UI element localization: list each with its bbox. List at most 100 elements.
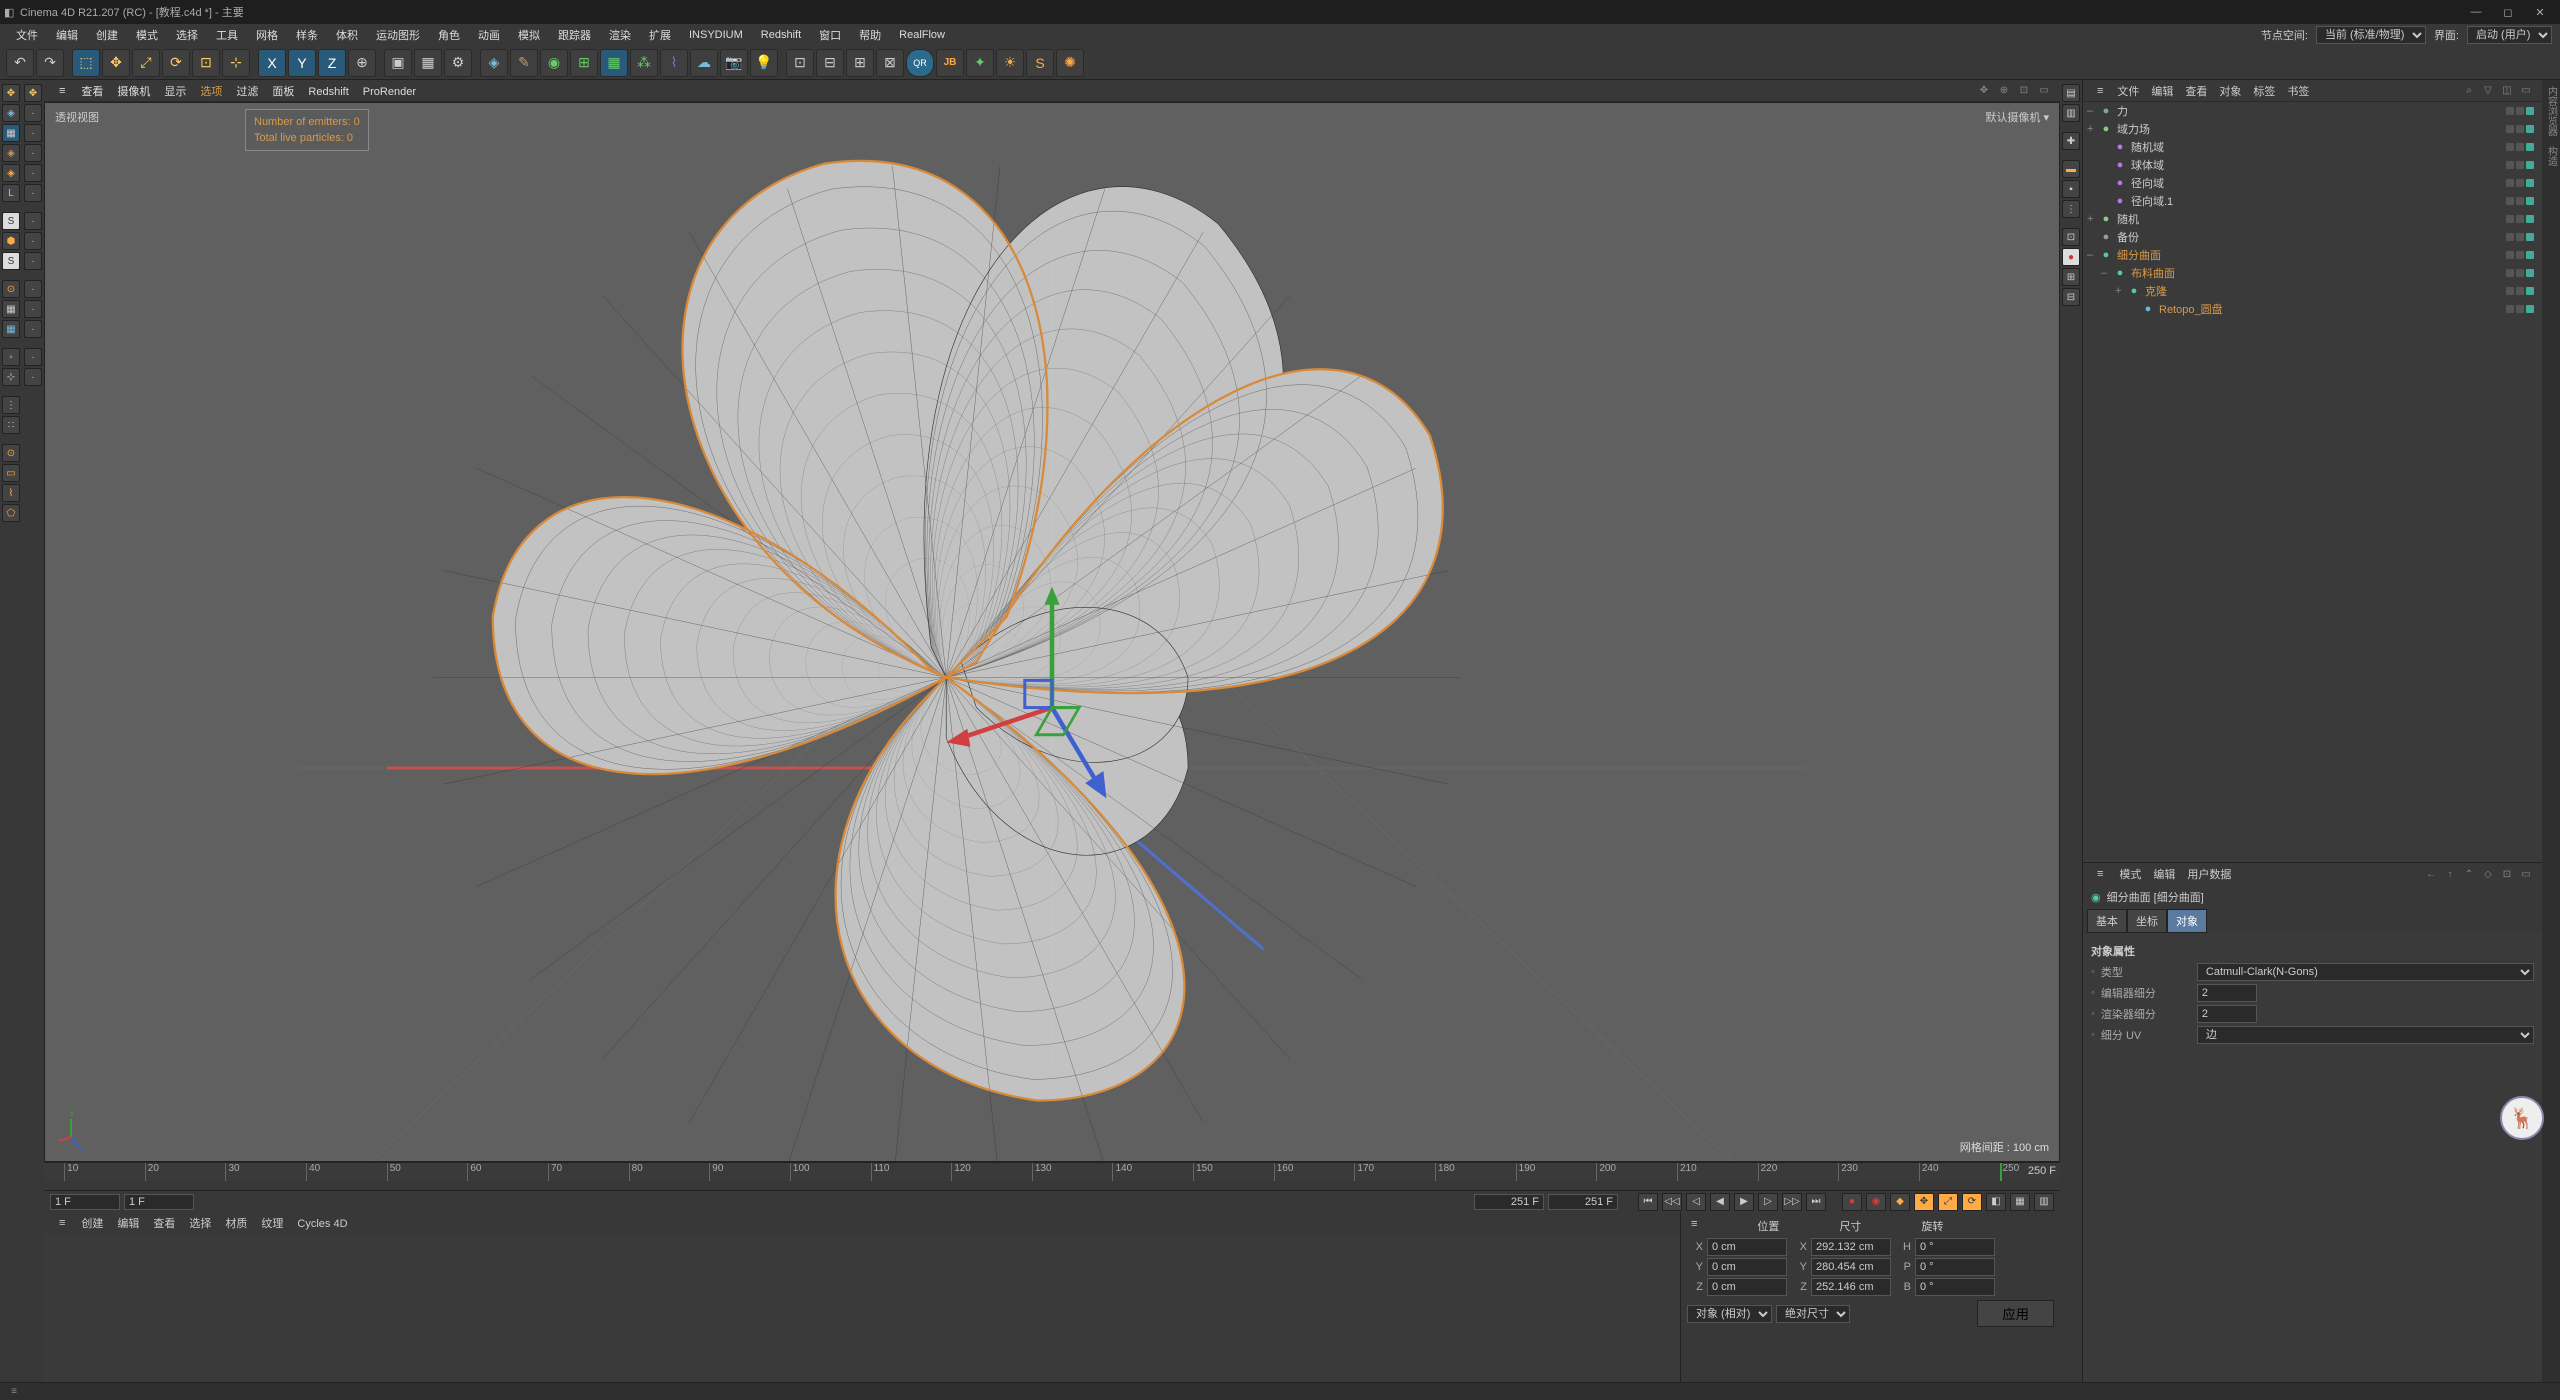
rs-a[interactable]: ▤ xyxy=(2062,84,2080,102)
camera-label[interactable]: 默认摄像机 ▾ xyxy=(1985,109,2049,125)
status-handle[interactable]: ≡ xyxy=(6,1384,22,1400)
snap-j[interactable]: ∷ xyxy=(2,416,20,434)
goto-start[interactable]: ⏮ xyxy=(1638,1193,1658,1211)
vt-n[interactable]: · xyxy=(24,368,42,386)
vt-m[interactable]: · xyxy=(24,348,42,366)
snap-i[interactable]: ⋮ xyxy=(2,396,20,414)
ommenu-文件[interactable]: 文件 xyxy=(2111,84,2145,100)
step-back-key[interactable]: ◁◁ xyxy=(1662,1193,1682,1211)
key-pla[interactable]: ◧ xyxy=(1986,1193,2006,1211)
snap-d[interactable]: ⊙ xyxy=(2,280,20,298)
menu-运动图形[interactable]: 运动图形 xyxy=(368,25,428,45)
sel-live[interactable]: ⊙ xyxy=(2,444,20,462)
ommenu-查看[interactable]: 查看 xyxy=(2179,84,2213,100)
om-item-径向域.1[interactable]: ● 径向域.1 xyxy=(2083,192,2542,210)
insp-c[interactable]: ▭ xyxy=(2518,866,2534,882)
vt-l[interactable]: · xyxy=(24,320,42,338)
render-settings[interactable]: ⚙ xyxy=(444,49,472,77)
insp-back[interactable]: ← xyxy=(2423,866,2439,882)
key-r[interactable]: ⟳ xyxy=(1962,1193,1982,1211)
ommenu-标签[interactable]: 标签 xyxy=(2247,84,2281,100)
menu-选择[interactable]: 选择 xyxy=(168,25,206,45)
rs-f[interactable]: ⋮ xyxy=(2062,200,2080,218)
size-X[interactable] xyxy=(1811,1238,1891,1256)
key-p[interactable]: ✥ xyxy=(1914,1193,1934,1211)
inspmenu-用户数据[interactable]: 用户数据 xyxy=(2181,867,2237,883)
object-tree[interactable]: – ● 力 + ● 域力场 ● 随机域 ● 球体域 ● 径向域 ● 径向域.1 … xyxy=(2083,102,2542,862)
matmenu-查看[interactable]: 查看 xyxy=(146,1216,182,1232)
minimize-button[interactable]: — xyxy=(2460,6,2492,18)
matmenu-纹理[interactable]: 纹理 xyxy=(254,1216,290,1232)
environment[interactable]: ☁ xyxy=(690,49,718,77)
matmenu-材质[interactable]: 材质 xyxy=(218,1216,254,1232)
light-add[interactable]: 💡 xyxy=(750,49,778,77)
om-handle[interactable]: ≡ xyxy=(2091,83,2109,99)
floating-badge-icon[interactable]: 🦌 xyxy=(2500,1096,2544,1140)
rotate-tool[interactable]: ⟳ xyxy=(162,49,190,77)
om-view-b[interactable]: ▭ xyxy=(2518,83,2534,99)
rot-P[interactable] xyxy=(1915,1258,1995,1276)
size-Y[interactable] xyxy=(1811,1258,1891,1276)
vt-f[interactable]: · xyxy=(24,184,42,202)
vp-nav-a[interactable]: ✥ xyxy=(1976,83,1992,99)
goto-end[interactable]: ⏭ xyxy=(1806,1193,1826,1211)
matmenu-选择[interactable]: 选择 xyxy=(182,1216,218,1232)
key-opt[interactable]: ▦ xyxy=(2010,1193,2030,1211)
om-item-备份[interactable]: ● 备份 xyxy=(2083,228,2542,246)
key-a[interactable]: ◆ xyxy=(1890,1193,1910,1211)
vt-i[interactable]: · xyxy=(24,252,42,270)
generator-nurbs[interactable]: ◉ xyxy=(540,49,568,77)
om-item-布料曲面[interactable]: – ● 布料曲面 xyxy=(2083,264,2542,282)
vt-e[interactable]: · xyxy=(24,164,42,182)
menu-窗口[interactable]: 窗口 xyxy=(811,25,849,45)
vt-b[interactable]: · xyxy=(24,104,42,122)
coord-apply[interactable]: 应用 xyxy=(1977,1300,2054,1327)
redo-button[interactable]: ↷ xyxy=(36,49,64,77)
menu-工具[interactable]: 工具 xyxy=(208,25,246,45)
snap-f[interactable]: ▦ xyxy=(2,320,20,338)
om-search[interactable]: ⌕ xyxy=(2461,83,2477,99)
tool-a[interactable]: ⊡ xyxy=(786,49,814,77)
menu-文件[interactable]: 文件 xyxy=(8,25,46,45)
menu-角色[interactable]: 角色 xyxy=(430,25,468,45)
axis-lock[interactable]: ⊹ xyxy=(222,49,250,77)
matmenu-Cycles 4D[interactable]: Cycles 4D xyxy=(290,1216,354,1232)
maximize-button[interactable]: ◻ xyxy=(2492,6,2524,19)
key-s[interactable]: ⤢ xyxy=(1938,1193,1958,1211)
om-item-域力场[interactable]: + ● 域力场 xyxy=(2083,120,2542,138)
sel-poly[interactable]: ⬠ xyxy=(2,504,20,522)
tool-sun[interactable]: ☀ xyxy=(996,49,1024,77)
generator-subdiv[interactable]: ▦ xyxy=(600,49,628,77)
vt-a[interactable]: ✥ xyxy=(24,84,42,102)
scale-tool[interactable]: ⤢ xyxy=(132,49,160,77)
rs-e[interactable]: ▪ xyxy=(2062,180,2080,198)
vpmenu-Redshift[interactable]: Redshift xyxy=(301,84,355,100)
mograph-cloner[interactable]: ⁂ xyxy=(630,49,658,77)
vt-k[interactable]: · xyxy=(24,300,42,318)
menu-创建[interactable]: 创建 xyxy=(88,25,126,45)
texture-mode[interactable]: ▦ xyxy=(2,124,20,142)
size-Z[interactable] xyxy=(1811,1278,1891,1296)
camera-add[interactable]: 📷 xyxy=(720,49,748,77)
axis-gizmo[interactable]: Y X Z xyxy=(57,1111,97,1151)
vpmenu-查看[interactable]: 查看 xyxy=(74,84,110,100)
menu-INSYDIUM[interactable]: INSYDIUM xyxy=(681,27,751,43)
om-item-径向域[interactable]: ● 径向域 xyxy=(2083,174,2542,192)
snap-g[interactable]: ◦ xyxy=(2,348,20,366)
menu-体积[interactable]: 体积 xyxy=(328,25,366,45)
menu-动画[interactable]: 动画 xyxy=(470,25,508,45)
coord-system[interactable]: ⊕ xyxy=(348,49,376,77)
rs-g[interactable]: ⊡ xyxy=(2062,228,2080,246)
viewport-perspective[interactable]: 透视视图 Number of emitters: 0 Total live pa… xyxy=(44,102,2060,1162)
snap-a[interactable]: S xyxy=(2,212,20,230)
insp-细分 UV-select[interactable]: 边 xyxy=(2197,1026,2534,1044)
frame-current[interactable] xyxy=(124,1194,194,1210)
om-view-a[interactable]: ◫ xyxy=(2499,83,2515,99)
rs-j[interactable]: ⊟ xyxy=(2062,288,2080,306)
tool-s[interactable]: S xyxy=(1026,49,1054,77)
ommenu-书签[interactable]: 书签 xyxy=(2281,84,2315,100)
menu-帮助[interactable]: 帮助 xyxy=(851,25,889,45)
vt-h[interactable]: · xyxy=(24,232,42,250)
material-list[interactable] xyxy=(44,1234,1680,1382)
coord-mode-1[interactable]: 对象 (相对) xyxy=(1687,1305,1772,1323)
